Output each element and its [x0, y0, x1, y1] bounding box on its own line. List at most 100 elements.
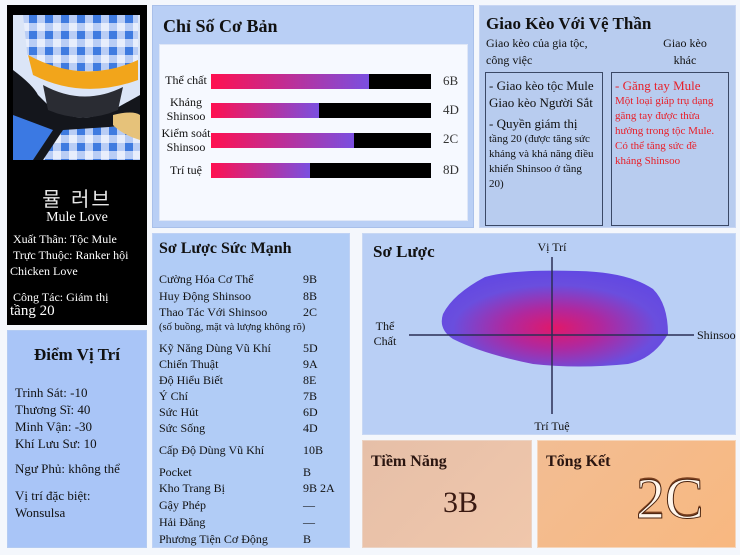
stat-value: 4D	[443, 102, 459, 117]
stat-bar-track	[211, 103, 431, 118]
stat-label: Kháng Shinsoo	[166, 95, 206, 123]
supervisor-contract-desc: tầng 20 (được tăng sức kháng và khả năng…	[489, 133, 594, 190]
power-name: Pocket	[159, 465, 192, 479]
power-name: Hải Đăng	[159, 515, 206, 529]
power-value: 4D	[303, 421, 318, 435]
axis-label-left-1: Thể	[376, 319, 395, 333]
power-row: Cấp Độ Dùng Vũ Khí 10B	[159, 443, 349, 457]
power-name: Sức Hút	[159, 405, 199, 419]
power-row: Phương Tiện Cơ Động B	[159, 532, 349, 546]
power-name: Huy Động Shinsoo	[159, 289, 252, 303]
power-name: Kho Trang Bị	[159, 481, 226, 495]
power-value: 5D	[303, 341, 318, 355]
power-name: Độ Hiểu Biết	[159, 373, 223, 387]
glove-item-desc: Một loại giáp trụ dạng găng tay được thừ…	[615, 95, 715, 167]
position-point: Trinh Sát: -10	[15, 385, 88, 400]
basic-stats-panel: Chỉ Số Cơ Bản Thể chất 6B Kháng Shinsoo 4…	[152, 5, 474, 228]
power-name: Ý Chí	[159, 389, 189, 403]
special-position-label: Vị trí đặc biệt:	[15, 488, 91, 503]
power-row: Kho Trang Bị 9B 2A	[159, 481, 349, 495]
power-value: —	[303, 498, 315, 512]
power-row: Gậy Phép —	[159, 498, 349, 512]
summary-panel: Tổng Kết 2C	[537, 440, 736, 548]
power-value: 2C	[303, 305, 318, 319]
power-overview-title: Sơ Lược Sức Mạnh	[159, 240, 292, 257]
summary-title: Tổng Kết	[546, 453, 611, 470]
power-value: 10B	[303, 443, 324, 457]
power-row: Kỹ Năng Dùng Vũ Khí 5D	[159, 341, 349, 355]
character-portrait	[13, 15, 140, 160]
power-row: Hải Đăng —	[159, 515, 349, 529]
overview-chart: Vị Trí Trí Tuệ Thể Chất Shinsoo	[374, 240, 736, 433]
power-row: Ý Chí 7B	[159, 389, 349, 403]
power-row: Sức Sống 4D	[159, 421, 349, 435]
clan-contract-item: - Giao kèo tộc Mule Giao kèo Người Sắt	[489, 78, 594, 110]
axis-label-bottom: Trí Tuệ	[534, 419, 569, 433]
overview-chart-panel: Sơ Lược Vị Trí Trí Tuệ Thể Chất Shinsoo	[362, 233, 736, 435]
power-row: (số buồng, mặt và lượng không rõ)	[159, 321, 349, 335]
stat-value: 6B	[443, 73, 459, 88]
power-value: 8E	[303, 373, 317, 387]
axis-label-top: Vị Trí	[537, 240, 567, 254]
power-name: Chiến Thuật	[159, 357, 219, 371]
stat-row-physical: Thể chất 6B	[160, 67, 467, 95]
affiliation-text: Trực Thuộc: Ranker hội Chicken Love	[10, 248, 129, 278]
stat-label: Kiểm soát Shinsoo	[161, 126, 211, 154]
power-row: Độ Hiểu Biết 8E	[159, 373, 349, 387]
stat-bar-fill	[211, 74, 370, 89]
stat-label: Thể chất	[165, 73, 207, 87]
power-name: Phương Tiện Cơ Động	[159, 532, 268, 546]
stat-bar-track	[211, 133, 431, 148]
power-value: B	[303, 465, 312, 479]
position-point: Ngư Phủ: không thể	[15, 461, 120, 476]
contract-panel: Giao Kèo Với Vệ Thần Giao kèo của gia tộ…	[479, 5, 736, 228]
axis-label-right: Shinsoo	[697, 328, 736, 342]
power-name: Kỹ Năng Dùng Vũ Khí	[159, 341, 271, 355]
korean-name: 뮬 러브	[42, 187, 112, 211]
profile-card: 뮬 러브 Mule Love Xuất Thân: Tộc Mule Trực …	[7, 5, 147, 325]
power-name: Gậy Phép	[159, 498, 206, 512]
contract-col1-header: Giao kèo của gia tộc, công việc	[486, 36, 588, 67]
potential-panel: Tiềm Năng 3B	[362, 440, 532, 548]
position-points-panel: Điểm Vị Trí Trinh Sát: -10 Thương Sĩ: 40…	[7, 330, 147, 548]
power-value: B	[303, 532, 312, 546]
stat-label: Trí tuệ	[170, 163, 202, 177]
contract-title: Giao Kèo Với Vệ Thần	[486, 14, 652, 33]
position-points-title: Điểm Vị Trí	[34, 345, 120, 364]
profile-shape	[441, 270, 668, 367]
stat-row-shinsoo-resistance: Kháng Shinsoo 4D	[160, 95, 467, 123]
potential-title: Tiềm Năng	[371, 453, 447, 470]
power-value: 9B	[303, 272, 318, 286]
power-name: (số buồng, mặt và lượng không rõ)	[159, 322, 306, 333]
power-value: 9A	[303, 357, 318, 371]
power-value: 8B	[303, 289, 318, 303]
power-name: Cường Hóa Cơ Thể	[159, 272, 254, 286]
stat-row-intelligence: Trí tuệ 8D	[160, 158, 467, 186]
position-point: Thương Sĩ: 40	[15, 402, 91, 417]
power-row: Sức Hút 6D	[159, 405, 349, 419]
stat-value: 2C	[443, 131, 459, 146]
power-row: Huy Động Shinsoo 8B	[159, 289, 349, 303]
special-position-value: Wonsulsa	[15, 505, 66, 520]
stat-row-shinsoo-control: Kiểm soát Shinsoo 2C	[160, 126, 467, 154]
power-name: Thao Tác Với Shinsoo	[159, 305, 268, 319]
contract-col2-header: Giao kèo khác	[663, 36, 707, 67]
summary-value: 2C	[636, 466, 705, 532]
power-name: Cấp Độ Dùng Vũ Khí	[159, 443, 265, 457]
basic-stats-chart: Thể chất 6B Kháng Shinsoo 4D Kiểm soát Shi…	[159, 44, 468, 221]
stat-bar-fill	[211, 133, 354, 148]
axis-label-left-2: Chất	[374, 334, 397, 348]
stat-bar-track	[211, 74, 431, 89]
clan-contract-box: - Giao kèo tộc Mule Giao kèo Người Sắt - …	[485, 72, 603, 226]
position-point: Minh Vận: -30	[15, 419, 93, 434]
potential-value: 3B	[443, 486, 479, 519]
stat-bar-fill	[211, 103, 319, 118]
stat-value: 8D	[443, 162, 459, 177]
power-row: Pocket B	[159, 465, 349, 479]
glove-item-title: - Găng tay Mule	[615, 78, 701, 93]
power-name: Sức Sống	[159, 421, 206, 435]
origin-text: Xuất Thân: Tộc Mule	[13, 232, 117, 246]
power-row: Cường Hóa Cơ Thể 9B	[159, 272, 349, 286]
stat-bar-fill	[211, 163, 310, 178]
supervisor-contract-item: - Quyền giám thị	[489, 116, 578, 131]
